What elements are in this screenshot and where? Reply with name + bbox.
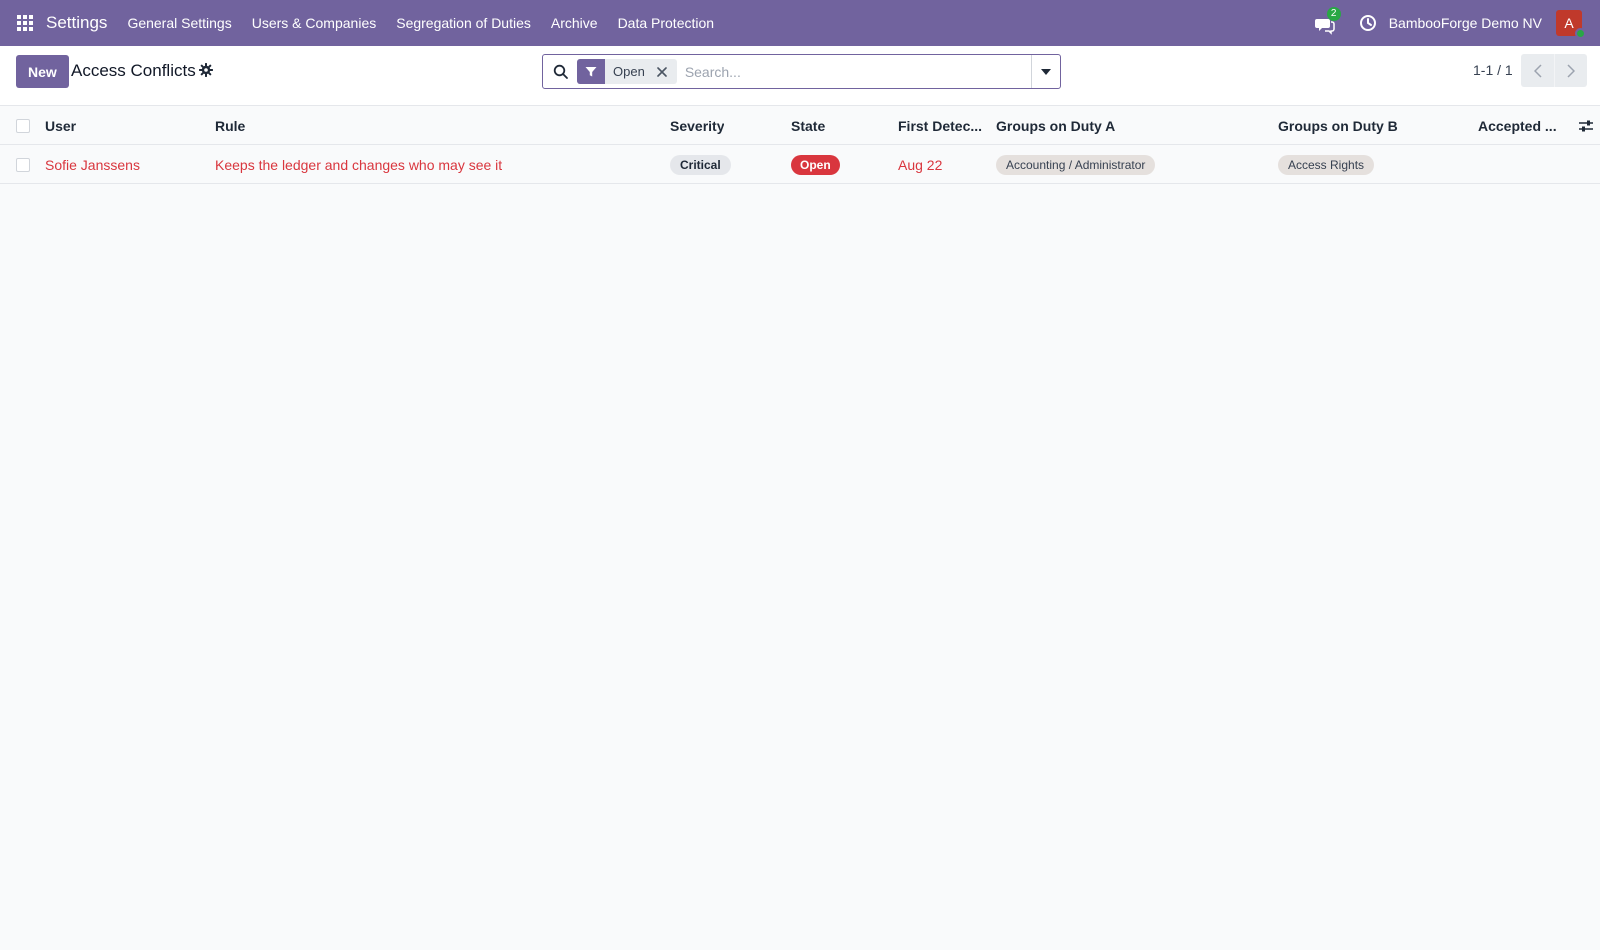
user-avatar[interactable]: A	[1556, 10, 1586, 39]
page-title: Access Conflicts	[71, 61, 196, 80]
company-switcher[interactable]: BambooForge Demo NV	[1389, 15, 1542, 31]
chevron-right-icon	[1567, 63, 1575, 78]
search-icon	[553, 64, 569, 80]
select-all-checkbox[interactable]	[16, 118, 30, 133]
column-header-state[interactable]: State	[791, 106, 825, 145]
chevron-left-icon	[1533, 63, 1542, 78]
facet-value: Open	[613, 64, 645, 79]
optional-columns-toggle[interactable]	[1578, 106, 1594, 145]
sliders-icon	[1579, 120, 1593, 131]
menu-segregation-of-duties[interactable]: Segregation of Duties	[386, 15, 541, 31]
menu-data-protection[interactable]: Data Protection	[608, 15, 725, 31]
apps-menu-icon[interactable]	[17, 14, 35, 32]
app-name[interactable]: Settings	[46, 13, 107, 33]
top-navbar: Settings General Settings Users & Compan…	[0, 0, 1600, 46]
column-header-user[interactable]: User	[45, 106, 76, 145]
access-conflicts-list: User Rule Severity State First Detec... …	[0, 106, 1600, 184]
severity-badge: Critical	[670, 154, 731, 175]
pager-previous-button[interactable]	[1521, 54, 1554, 87]
pager-next-button[interactable]	[1554, 54, 1587, 87]
chat-icon[interactable]: 2	[1314, 7, 1341, 35]
caret-down-icon	[1041, 68, 1051, 75]
state-badge: Open	[791, 154, 840, 175]
chat-count-badge: 2	[1326, 7, 1341, 21]
row-select-cell	[16, 145, 30, 184]
menu-archive[interactable]: Archive	[541, 15, 608, 31]
column-header-rule[interactable]: Rule	[215, 106, 245, 145]
search-box: Open	[542, 54, 1061, 89]
select-all-cell	[16, 106, 30, 145]
group-tag: Accounting / Administrator	[996, 154, 1156, 175]
gear-icon[interactable]	[199, 63, 213, 77]
cell-state: Open	[791, 145, 840, 184]
pager-value[interactable]: 1-1 / 1	[1473, 62, 1513, 78]
activity-clock-icon[interactable]	[1359, 14, 1377, 32]
search-input[interactable]	[676, 63, 1031, 80]
control-panel: New Access Conflicts Open Search... 1-1 …	[0, 46, 1600, 106]
column-header-severity[interactable]: Severity	[670, 106, 724, 145]
cell-groups-duty-a: Accounting / Administrator	[996, 145, 1156, 184]
table-header: User Rule Severity State First Detec... …	[0, 106, 1600, 145]
search-facet-open: Open	[577, 59, 677, 84]
group-tag: Access Rights	[1278, 154, 1375, 175]
row-checkbox[interactable]	[16, 157, 30, 172]
online-status-dot	[1575, 28, 1586, 39]
column-header-groups-duty-a[interactable]: Groups on Duty A	[996, 106, 1115, 145]
cell-user[interactable]: Sofie Janssens	[45, 145, 140, 184]
cell-first-detected: Aug 22	[898, 156, 943, 173]
column-header-first-detected[interactable]: First Detec...	[898, 106, 988, 145]
close-icon[interactable]	[653, 63, 671, 81]
new-button[interactable]: New	[16, 55, 69, 88]
avatar-letter: A	[1564, 15, 1574, 31]
cell-severity: Critical	[670, 145, 731, 184]
search-options-toggle[interactable]	[1031, 55, 1060, 88]
menu-general-settings[interactable]: General Settings	[117, 15, 241, 31]
table-row[interactable]: Sofie Janssens Keeps the ledger and chan…	[0, 145, 1600, 184]
menu-users-companies[interactable]: Users & Companies	[242, 15, 387, 31]
cell-groups-duty-b: Access Rights	[1278, 145, 1375, 184]
column-header-groups-duty-b[interactable]: Groups on Duty B	[1278, 106, 1398, 145]
cell-rule[interactable]: Keeps the ledger and changes who may see…	[215, 145, 502, 184]
filter-icon	[577, 59, 605, 84]
column-header-accepted[interactable]: Accepted ...	[1478, 106, 1560, 145]
